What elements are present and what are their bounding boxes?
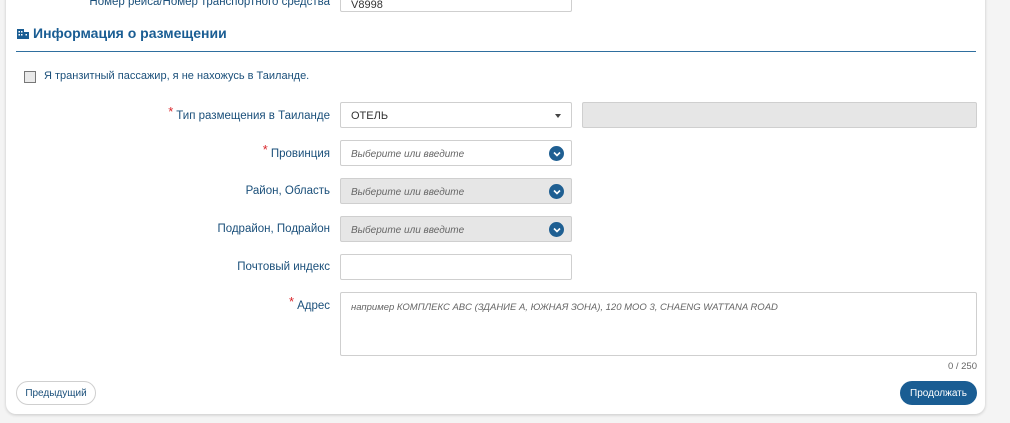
required-mark: * bbox=[262, 142, 268, 157]
district-select[interactable]: Выберите или введите bbox=[340, 178, 572, 204]
accommodation-name-input[interactable] bbox=[582, 102, 977, 128]
postal-code-input[interactable] bbox=[340, 254, 572, 280]
required-mark: * bbox=[289, 294, 295, 309]
address-textarea[interactable]: например КОМПЛЕКС ABC (ЗДАНИЕ А, ЮЖНАЯ З… bbox=[340, 292, 977, 356]
address-char-counter: 0 / 250 bbox=[947, 361, 977, 372]
previous-button-label: Предыдущий bbox=[25, 387, 87, 399]
subdistrict-placeholder: Выберите или введите bbox=[351, 225, 465, 236]
section-title: Информация о размещении bbox=[33, 25, 227, 41]
required-mark: * bbox=[168, 104, 174, 119]
caret-down-icon bbox=[555, 114, 561, 118]
flight-number-label: Номер рейса/Номер транспортного средства bbox=[89, 0, 330, 8]
district-label: Район, Область bbox=[245, 185, 330, 197]
continue-button[interactable]: Продолжать bbox=[900, 381, 977, 405]
province-label-text: Провинция bbox=[270, 148, 330, 160]
province-select[interactable]: Выберите или введите bbox=[340, 140, 572, 166]
subdistrict-select[interactable]: Выберите или введите bbox=[340, 216, 572, 242]
transit-label: Я транзитный пассажир, я не нахожусь в Т… bbox=[44, 70, 310, 82]
address-label-text: Адрес bbox=[297, 300, 330, 312]
province-label: * Провинция bbox=[70, 143, 330, 161]
flight-number-input[interactable]: V8998 bbox=[340, 0, 572, 12]
subdistrict-label: Подрайон, Подрайон bbox=[217, 223, 330, 235]
section-divider bbox=[16, 51, 976, 52]
address-placeholder: например КОМПЛЕКС ABC (ЗДАНИЕ А, ЮЖНАЯ З… bbox=[351, 302, 778, 313]
transit-checkbox[interactable] bbox=[24, 71, 36, 83]
building-icon bbox=[16, 26, 30, 40]
accommodation-type-value: ОТЕЛЬ bbox=[351, 110, 389, 122]
accommodation-type-label-text: Тип размещения в Таиланде bbox=[176, 110, 330, 122]
address-label: * Адрес bbox=[70, 295, 330, 313]
section-header: Информация о размещении bbox=[16, 25, 227, 41]
accommodation-type-select[interactable]: ОТЕЛЬ bbox=[340, 102, 572, 128]
chevron-down-icon[interactable] bbox=[549, 146, 564, 161]
district-placeholder: Выберите или введите bbox=[351, 187, 465, 198]
chevron-down-icon[interactable] bbox=[549, 222, 564, 237]
chevron-down-icon[interactable] bbox=[549, 184, 564, 199]
continue-button-label: Продолжать bbox=[910, 387, 967, 399]
flight-number-value: V8998 bbox=[351, 0, 383, 11]
previous-button[interactable]: Предыдущий bbox=[16, 381, 96, 405]
postal-code-label: Почтовый индекс bbox=[237, 261, 330, 273]
accommodation-type-label: * Тип размещения в Таиланде bbox=[70, 105, 330, 123]
province-placeholder: Выберите или введите bbox=[351, 149, 465, 160]
